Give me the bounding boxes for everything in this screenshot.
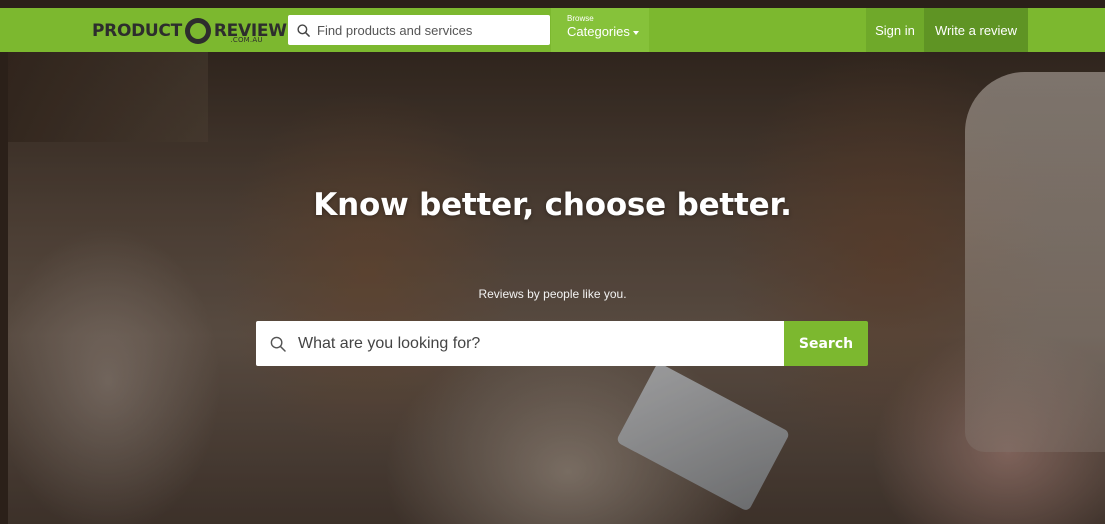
- categories-label-row: Categories: [567, 24, 649, 40]
- caret-down-icon: [632, 30, 639, 35]
- categories-label: Categories: [567, 24, 630, 39]
- header-search-input[interactable]: [317, 22, 537, 38]
- hero-search-bar: Search: [256, 321, 868, 366]
- write-review-button[interactable]: Write a review: [924, 8, 1028, 52]
- logo-domain: .COM.AU: [230, 36, 263, 44]
- top-navigation-bar: PRODUCT REVIEW .COM.AU Browse Categories: [0, 8, 1105, 52]
- logo-word-product: PRODUCT: [92, 21, 182, 41]
- page: PRODUCT REVIEW .COM.AU Browse Categories: [0, 0, 1105, 524]
- logo-badge-icon: [184, 18, 211, 44]
- header-search-box: [288, 15, 550, 45]
- search-icon: [297, 23, 310, 37]
- hero-subtitle: Reviews by people like you.: [478, 287, 627, 301]
- site-logo[interactable]: PRODUCT REVIEW .COM.AU: [92, 17, 287, 45]
- hero-title: Know better, choose better.: [313, 187, 792, 223]
- browse-categories-menu[interactable]: Browse Categories: [551, 8, 649, 52]
- hero-search-field: [256, 321, 784, 366]
- hero-search-button[interactable]: Search: [784, 321, 868, 366]
- hero-search-input[interactable]: [298, 334, 768, 353]
- sign-in-button[interactable]: Sign in: [866, 8, 924, 52]
- search-icon: [270, 336, 286, 352]
- browse-label: Browse: [567, 14, 594, 23]
